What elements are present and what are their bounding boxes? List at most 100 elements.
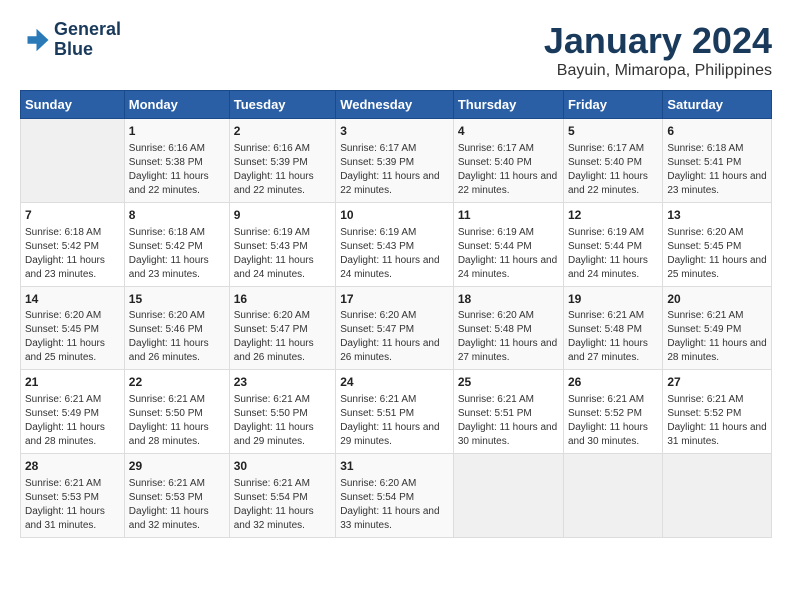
cell-info: Sunrise: 6:21 AMSunset: 5:54 PMDaylight:… [234, 477, 331, 533]
logo-icon [20, 25, 50, 55]
calendar-cell [453, 454, 563, 538]
calendar-cell: 16Sunrise: 6:20 AMSunset: 5:47 PMDayligh… [229, 286, 335, 370]
calendar-cell: 18Sunrise: 6:20 AMSunset: 5:48 PMDayligh… [453, 286, 563, 370]
logo: General Blue [20, 20, 121, 60]
calendar-cell: 26Sunrise: 6:21 AMSunset: 5:52 PMDayligh… [563, 370, 662, 454]
calendar-cell: 4Sunrise: 6:17 AMSunset: 5:40 PMDaylight… [453, 119, 563, 203]
logo-text-line1: General [54, 20, 121, 40]
calendar-cell: 24Sunrise: 6:21 AMSunset: 5:51 PMDayligh… [336, 370, 454, 454]
calendar-cell: 8 Sunrise: 6:18 AMSunset: 5:42 PMDaylight… [124, 202, 229, 286]
header-cell-wednesday: Wednesday [336, 91, 454, 119]
calendar-body: 1 Sunrise: 6:16 AMSunset: 5:38 PMDaylight… [21, 119, 772, 538]
day-number: 18 [458, 291, 559, 308]
title-area: January 2024 Bayuin, Mimaropa, Philippin… [544, 20, 772, 80]
day-number: 30 [234, 458, 331, 475]
calendar-cell: 23 Sunrise: 6:21 AMSunset: 5:50 PMDayligh… [229, 370, 335, 454]
day-number: 16 [234, 291, 331, 308]
cell-info: Sunrise: 6:20 AMSunset: 5:47 PMDaylight:… [234, 309, 331, 365]
cell-info: Sunrise: 6:20 AMSunset: 5:54 PMDaylight:… [340, 477, 449, 533]
day-number: 5 [568, 123, 658, 140]
cell-info: Sunrise: 6:19 AMSunset: 5:43 PMDaylight:… [234, 226, 331, 282]
calendar-cell: 12Sunrise: 6:19 AMSunset: 5:44 PMDayligh… [563, 202, 662, 286]
cell-info: Sunrise: 6:19 AMSunset: 5:44 PMDaylight:… [458, 226, 559, 282]
calendar-cell [663, 454, 772, 538]
calendar-cell: 25 Sunrise: 6:21 AMSunset: 5:51 PMDayligh… [453, 370, 563, 454]
day-number: 31 [340, 458, 449, 475]
cell-info: Sunrise: 6:19 AMSunset: 5:43 PMDaylight:… [340, 226, 449, 282]
day-number: 7 [25, 207, 120, 224]
day-number: 29 [129, 458, 225, 475]
day-number: 6 [667, 123, 767, 140]
day-number: 15 [129, 291, 225, 308]
calendar-cell: 9 Sunrise: 6:19 AMSunset: 5:43 PMDaylight… [229, 202, 335, 286]
cell-info: Sunrise: 6:21 AMSunset: 5:50 PMDaylight:… [234, 393, 331, 449]
cell-info: Sunrise: 6:20 AMSunset: 5:45 PMDaylight:… [25, 309, 120, 365]
calendar-cell: 17Sunrise: 6:20 AMSunset: 5:47 PMDayligh… [336, 286, 454, 370]
cell-info: Sunrise: 6:19 AMSunset: 5:44 PMDaylight:… [568, 226, 658, 282]
week-row-4: 21Sunrise: 6:21 AMSunset: 5:49 PMDayligh… [21, 370, 772, 454]
cell-info: Sunrise: 6:21 AMSunset: 5:52 PMDaylight:… [568, 393, 658, 449]
calendar-table: SundayMondayTuesdayWednesdayThursdayFrid… [20, 90, 772, 538]
cell-info: Sunrise: 6:21 AMSunset: 5:53 PMDaylight:… [129, 477, 225, 533]
main-title: January 2024 [544, 20, 772, 62]
calendar-cell: 30 Sunrise: 6:21 AMSunset: 5:54 PMDayligh… [229, 454, 335, 538]
page-header: General Blue January 2024 Bayuin, Mimaro… [20, 20, 772, 80]
cell-info: Sunrise: 6:21 AMSunset: 5:51 PMDaylight:… [458, 393, 559, 449]
week-row-2: 7 Sunrise: 6:18 AMSunset: 5:42 PMDaylight… [21, 202, 772, 286]
calendar-cell: 29 Sunrise: 6:21 AMSunset: 5:53 PMDayligh… [124, 454, 229, 538]
week-row-3: 14Sunrise: 6:20 AMSunset: 5:45 PMDayligh… [21, 286, 772, 370]
day-number: 28 [25, 458, 120, 475]
calendar-cell: 2Sunrise: 6:16 AMSunset: 5:39 PMDaylight… [229, 119, 335, 203]
cell-info: Sunrise: 6:17 AMSunset: 5:39 PMDaylight:… [340, 142, 449, 198]
cell-info: Sunrise: 6:20 AMSunset: 5:46 PMDaylight:… [129, 309, 225, 365]
calendar-cell: 22Sunrise: 6:21 AMSunset: 5:50 PMDayligh… [124, 370, 229, 454]
week-row-5: 28 Sunrise: 6:21 AMSunset: 5:53 PMDayligh… [21, 454, 772, 538]
calendar-cell: 1 Sunrise: 6:16 AMSunset: 5:38 PMDaylight… [124, 119, 229, 203]
header-cell-thursday: Thursday [453, 91, 563, 119]
calendar-cell: 28 Sunrise: 6:21 AMSunset: 5:53 PMDayligh… [21, 454, 125, 538]
day-number: 14 [25, 291, 120, 308]
day-number: 27 [667, 374, 767, 391]
cell-info: Sunrise: 6:21 AMSunset: 5:48 PMDaylight:… [568, 309, 658, 365]
cell-info: Sunrise: 6:18 AMSunset: 5:41 PMDaylight:… [667, 142, 767, 198]
day-number: 11 [458, 207, 559, 224]
cell-info: Sunrise: 6:17 AMSunset: 5:40 PMDaylight:… [458, 142, 559, 198]
day-number: 23 [234, 374, 331, 391]
calendar-cell: 21Sunrise: 6:21 AMSunset: 5:49 PMDayligh… [21, 370, 125, 454]
day-number: 3 [340, 123, 449, 140]
day-number: 10 [340, 207, 449, 224]
calendar-cell: 5Sunrise: 6:17 AMSunset: 5:40 PMDaylight… [563, 119, 662, 203]
day-number: 1 [129, 123, 225, 140]
cell-info: Sunrise: 6:18 AMSunset: 5:42 PMDaylight:… [25, 226, 120, 282]
header-cell-tuesday: Tuesday [229, 91, 335, 119]
calendar-cell: 3 Sunrise: 6:17 AMSunset: 5:39 PMDaylight… [336, 119, 454, 203]
header-cell-saturday: Saturday [663, 91, 772, 119]
calendar-cell: 31 Sunrise: 6:20 AMSunset: 5:54 PMDayligh… [336, 454, 454, 538]
calendar-cell: 19Sunrise: 6:21 AMSunset: 5:48 PMDayligh… [563, 286, 662, 370]
calendar-cell: 13Sunrise: 6:20 AMSunset: 5:45 PMDayligh… [663, 202, 772, 286]
day-number: 9 [234, 207, 331, 224]
calendar-cell: 7 Sunrise: 6:18 AMSunset: 5:42 PMDaylight… [21, 202, 125, 286]
header-cell-monday: Monday [124, 91, 229, 119]
cell-info: Sunrise: 6:21 AMSunset: 5:53 PMDaylight:… [25, 477, 120, 533]
day-number: 25 [458, 374, 559, 391]
calendar-cell [563, 454, 662, 538]
calendar-cell: 11 Sunrise: 6:19 AMSunset: 5:44 PMDayligh… [453, 202, 563, 286]
calendar-cell: 20Sunrise: 6:21 AMSunset: 5:49 PMDayligh… [663, 286, 772, 370]
calendar-cell: 10 Sunrise: 6:19 AMSunset: 5:43 PMDayligh… [336, 202, 454, 286]
calendar-cell [21, 119, 125, 203]
day-number: 17 [340, 291, 449, 308]
week-row-1: 1 Sunrise: 6:16 AMSunset: 5:38 PMDaylight… [21, 119, 772, 203]
cell-info: Sunrise: 6:21 AMSunset: 5:52 PMDaylight:… [667, 393, 767, 449]
day-number: 2 [234, 123, 331, 140]
calendar-cell: 6 Sunrise: 6:18 AMSunset: 5:41 PMDaylight… [663, 119, 772, 203]
cell-info: Sunrise: 6:18 AMSunset: 5:42 PMDaylight:… [129, 226, 225, 282]
day-number: 8 [129, 207, 225, 224]
cell-info: Sunrise: 6:20 AMSunset: 5:45 PMDaylight:… [667, 226, 767, 282]
day-number: 21 [25, 374, 120, 391]
day-number: 24 [340, 374, 449, 391]
cell-info: Sunrise: 6:16 AMSunset: 5:38 PMDaylight:… [129, 142, 225, 198]
day-number: 19 [568, 291, 658, 308]
logo-text-line2: Blue [54, 40, 121, 60]
cell-info: Sunrise: 6:21 AMSunset: 5:49 PMDaylight:… [667, 309, 767, 365]
